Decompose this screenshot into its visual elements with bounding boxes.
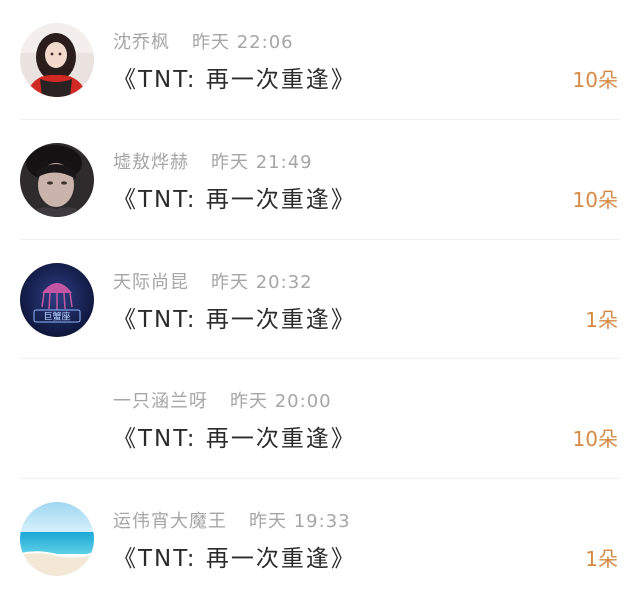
constellation-badge: 巨蟹座: [43, 310, 70, 322]
list-item[interactable]: 运伟宵大魔王 昨天 19:33 《TNT: 再一次重逢》 1朵: [0, 479, 640, 599]
item-meta: 运伟宵大魔王 昨天 19:33: [113, 507, 351, 533]
sender-name[interactable]: 沈乔枫: [113, 32, 170, 53]
avatar[interactable]: [20, 23, 94, 97]
portrait-dark-avatar: [20, 142, 94, 217]
gift-count: 10朵: [572, 187, 618, 212]
list-item[interactable]: 一只涵兰呀 昨天 20:00 《TNT: 再一次重逢》 10朵: [0, 359, 640, 480]
list-item[interactable]: 沈乔枫 昨天 22:06 《TNT: 再一次重逢》 10朵: [0, 0, 640, 120]
item-meta: 墟敖烨赫 昨天 21:49: [113, 148, 313, 174]
gift-count: 10朵: [572, 427, 618, 452]
work-title[interactable]: 《TNT: 再一次重逢》: [113, 180, 356, 214]
avatar[interactable]: [20, 382, 94, 457]
ocean-beach-avatar: [20, 502, 94, 577]
gift-list: 沈乔枫 昨天 22:06 《TNT: 再一次重逢》 10朵 墟敖烨赫 昨天 21:4…: [0, 0, 640, 599]
item-meta: 沈乔枫 昨天 22:06: [113, 28, 294, 54]
timestamp: 昨天 20:32: [211, 271, 313, 293]
gift-count: 1朵: [585, 307, 618, 332]
item-meta: 一只涵兰呀 昨天 20:00: [113, 387, 332, 413]
work-title[interactable]: 《TNT: 再一次重逢》: [113, 60, 356, 94]
avatar[interactable]: [20, 502, 94, 577]
list-item[interactable]: 巨蟹座 天际尚昆 昨天 20:32 《TNT: 再一次重逢》 1朵: [0, 240, 640, 360]
avatar[interactable]: 巨蟹座: [20, 262, 94, 337]
work-title[interactable]: 《TNT: 再一次重逢》: [113, 419, 356, 453]
sender-name[interactable]: 运伟宵大魔王: [113, 511, 227, 532]
sender-name[interactable]: 一只涵兰呀: [113, 391, 208, 412]
gift-count: 1朵: [585, 547, 618, 572]
sender-name[interactable]: 天际尚昆: [113, 272, 189, 293]
timestamp: 昨天 21:49: [211, 151, 313, 173]
sender-name[interactable]: 墟敖烨赫: [113, 152, 189, 173]
timestamp: 昨天 22:06: [192, 32, 294, 53]
list-item[interactable]: 墟敖烨赫 昨天 21:49 《TNT: 再一次重逢》 10朵: [0, 120, 640, 240]
portrait-red-jacket-avatar: [20, 23, 94, 97]
work-title[interactable]: 《TNT: 再一次重逢》: [113, 300, 356, 334]
timestamp: 昨天 20:00: [230, 391, 332, 413]
work-title[interactable]: 《TNT: 再一次重逢》: [113, 539, 356, 573]
timestamp: 昨天 19:33: [249, 511, 351, 533]
item-meta: 天际尚昆 昨天 20:32: [113, 268, 313, 294]
avatar[interactable]: [20, 142, 94, 217]
jellyfish-logo-avatar: 巨蟹座: [20, 262, 94, 337]
gift-count: 10朵: [572, 68, 618, 92]
